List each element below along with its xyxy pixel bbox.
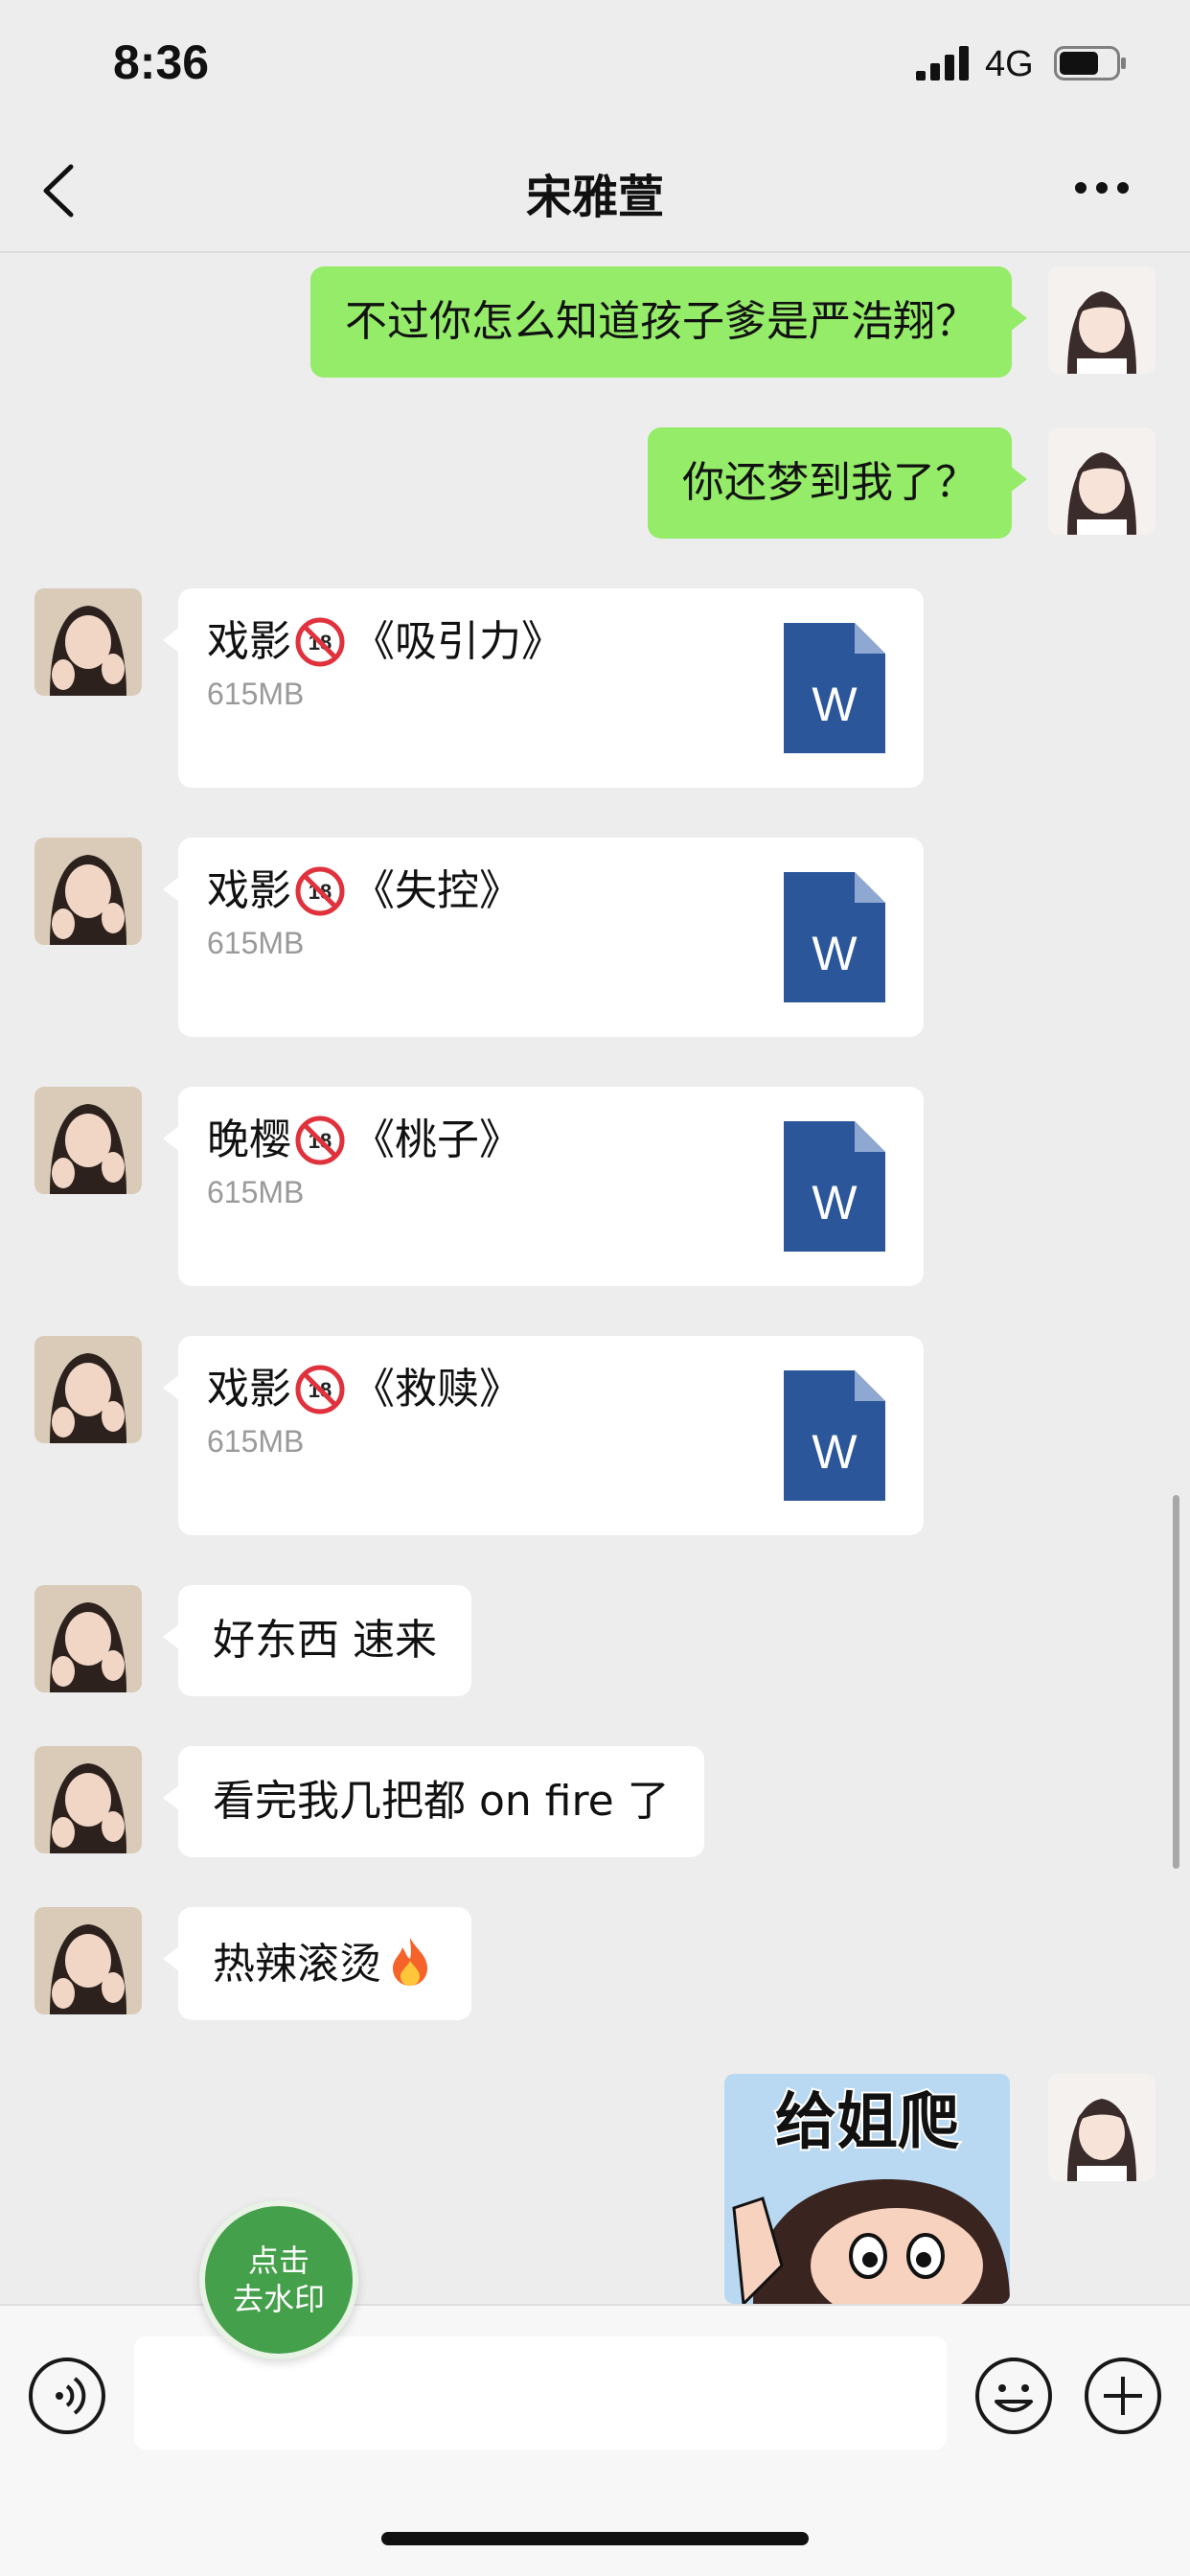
my-avatar-image xyxy=(1048,2074,1156,2181)
message-bubble-sent[interactable]: 你还梦到我了？ xyxy=(648,427,1027,539)
file-name: 戏影 18 《救赎》 xyxy=(207,1363,521,1416)
message-text: 看完我几把都 on fire 了 xyxy=(213,1777,670,1826)
file-name-title: 《桃子》 xyxy=(353,1116,521,1164)
file-size: 615MB xyxy=(207,926,305,960)
voice-icon[interactable] xyxy=(27,2356,107,2436)
contact-avatar-image xyxy=(34,1907,142,2014)
file-message-card[interactable]: 戏影 18 《失控》 615MB W xyxy=(163,838,924,1037)
word-document-icon: W xyxy=(784,1121,885,1252)
contact-avatar-image xyxy=(34,838,142,945)
file-name-prefix: 戏影 xyxy=(207,617,291,666)
status-bar: 8:36 4G xyxy=(0,0,1190,126)
adult-content-badge: 18 xyxy=(295,1365,345,1414)
adult-content-badge: 18 xyxy=(295,1116,345,1165)
contact-avatar[interactable] xyxy=(34,588,142,696)
svg-text:W: W xyxy=(812,927,858,980)
file-message-card[interactable]: 戏影 18 《救赎》 615MB W xyxy=(163,1336,924,1535)
contact-avatar-image xyxy=(34,1585,142,1692)
add-icon[interactable] xyxy=(1083,2356,1163,2436)
watermark-button-line2: 去水印 xyxy=(232,2281,325,2317)
adult-content-badge: 18 xyxy=(295,866,345,916)
file-name: 戏影 18 《吸引力》 xyxy=(207,615,563,669)
message-text: 你还梦到我了？ xyxy=(682,458,977,507)
my-avatar[interactable] xyxy=(1048,266,1156,374)
contact-avatar-image xyxy=(34,588,142,696)
nav-bar: 宋雅萱 xyxy=(0,126,1190,253)
file-name-prefix: 晚樱 xyxy=(207,1116,291,1164)
contact-avatar[interactable] xyxy=(34,838,142,945)
file-name: 晚樱 18 《桃子》 xyxy=(207,1114,521,1167)
my-avatar-image xyxy=(1048,427,1156,535)
file-name-title: 《吸引力》 xyxy=(353,617,563,666)
contact-avatar[interactable] xyxy=(34,1907,142,2014)
svg-text:给姐爬: 给姐爬 xyxy=(775,2087,959,2158)
contact-avatar-image xyxy=(34,1746,142,1853)
watermark-button-line1: 点击 xyxy=(247,2242,309,2279)
message-text: 不过你怎么知道孩子爹是严浩翔？ xyxy=(345,297,977,346)
fire-icon xyxy=(393,1938,427,1986)
adult-content-badge: 18 xyxy=(295,617,345,667)
more-icon[interactable] xyxy=(1073,176,1131,199)
file-name-prefix: 戏影 xyxy=(207,1365,291,1414)
svg-text:W: W xyxy=(812,678,858,731)
status-time: 8:36 xyxy=(113,35,210,89)
file-message-card[interactable]: 戏影 18 《吸引力》 615MB W xyxy=(163,588,924,788)
contact-avatar[interactable] xyxy=(34,1087,142,1194)
sticker-message[interactable]: 给姐爬 xyxy=(724,2074,1010,2304)
svg-text:W: W xyxy=(812,1176,858,1230)
file-name-title: 《失控》 xyxy=(353,866,521,915)
message-bubble-received[interactable]: 热辣滚烫 xyxy=(163,1907,471,2020)
file-name: 戏影 18 《失控》 xyxy=(207,864,521,918)
emoji-icon[interactable] xyxy=(973,2356,1054,2436)
svg-text:W: W xyxy=(812,1425,858,1479)
contact-avatar[interactable] xyxy=(34,1585,142,1692)
sticker-image: 给姐爬 xyxy=(724,2074,1010,2304)
chat-title: 宋雅萱 xyxy=(525,171,664,224)
message-bubble-received[interactable]: 看完我几把都 on fire 了 xyxy=(163,1746,704,1857)
scroll-indicator[interactable] xyxy=(1173,1495,1179,1869)
message-bubble-received[interactable]: 好东西 速来 xyxy=(163,1585,471,1696)
contact-avatar[interactable] xyxy=(34,1336,142,1443)
contact-avatar-image xyxy=(34,1087,142,1194)
file-size: 615MB xyxy=(207,1424,305,1459)
remove-watermark-button[interactable]: 点击 去水印 xyxy=(199,2200,358,2359)
contact-avatar[interactable] xyxy=(34,1746,142,1853)
signal-icon xyxy=(916,46,969,80)
home-indicator[interactable] xyxy=(381,2532,809,2545)
word-document-icon: W xyxy=(784,1370,885,1501)
my-avatar[interactable] xyxy=(1048,427,1156,535)
battery-icon xyxy=(1054,46,1126,80)
file-name-title: 《救赎》 xyxy=(353,1365,521,1414)
file-size: 615MB xyxy=(207,677,305,711)
message-text: 好东西 速来 xyxy=(213,1616,437,1665)
file-message-card[interactable]: 晚樱 18 《桃子》 615MB W xyxy=(163,1087,924,1286)
message-bubble-sent[interactable]: 不过你怎么知道孩子爹是严浩翔？ xyxy=(310,266,1027,378)
message-text: 热辣滚烫 xyxy=(213,1940,381,1989)
word-document-icon: W xyxy=(784,623,885,753)
file-name-prefix: 戏影 xyxy=(207,866,291,915)
network-label: 4G xyxy=(985,44,1034,84)
contact-avatar-image xyxy=(34,1336,142,1443)
word-document-icon: W xyxy=(784,872,885,1002)
my-avatar[interactable] xyxy=(1048,2074,1156,2181)
file-size: 615MB xyxy=(207,1175,305,1209)
my-avatar-image xyxy=(1048,266,1156,374)
